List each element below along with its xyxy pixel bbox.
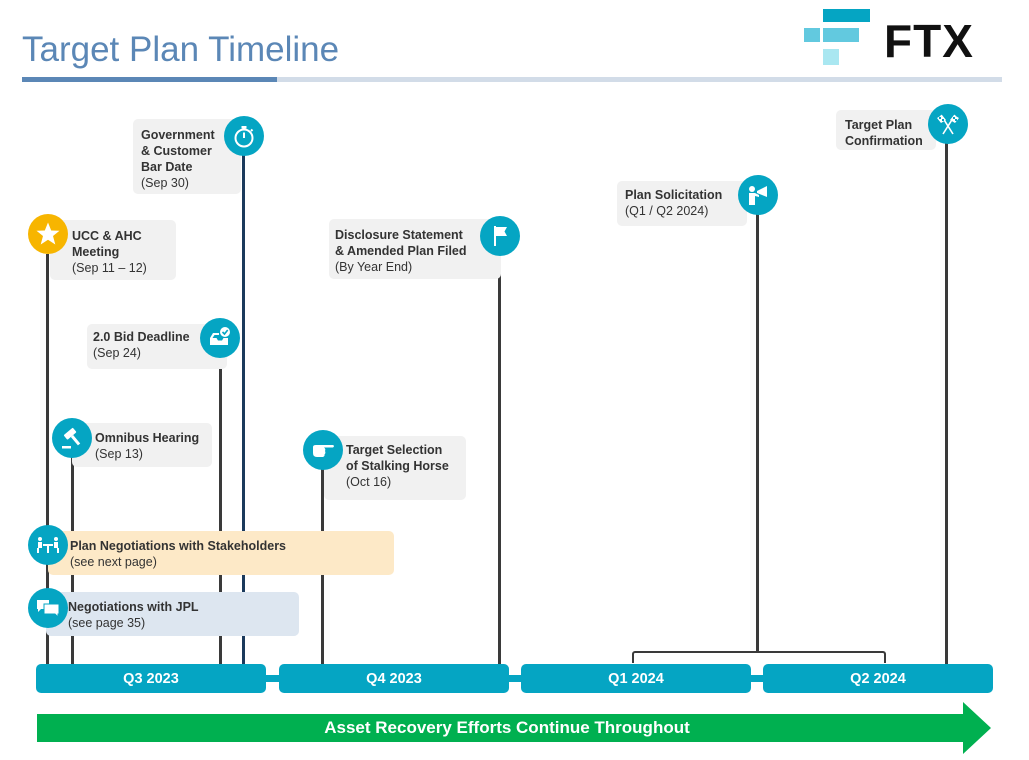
milestone-title-line: Confirmation	[845, 134, 923, 148]
milestone-icon-disclosure	[480, 216, 520, 256]
milestone-date: (Q1 / Q2 2024)	[625, 204, 709, 218]
banner-label: Asset Recovery Efforts Continue Througho…	[324, 718, 690, 737]
milestone-title-line: UCC & AHC	[72, 229, 142, 243]
milestone-title-line: Disclosure Statement	[335, 228, 463, 242]
pointing-hand-icon	[313, 445, 334, 457]
checkered-flags-icon	[937, 114, 959, 135]
ftx-logo-text: FTX	[884, 15, 974, 67]
milestone-icon-confirmation	[928, 104, 968, 144]
milestone-confirmation: Target Plan Confirmation	[836, 110, 936, 150]
milestone-icon-stalking-horse	[303, 430, 343, 470]
milestone-date: (Oct 16)	[346, 475, 392, 489]
quarter-q1-2024: Q1 2024	[521, 664, 751, 693]
milestone-title-line: Meeting	[72, 245, 120, 259]
chat-bubbles-icon	[37, 600, 60, 619]
inbox-check-icon	[210, 327, 230, 345]
milestone-title-line: Plan Solicitation	[625, 188, 723, 202]
workstream-note: (see next page)	[70, 555, 157, 569]
milestone-disclosure: Disclosure Statement & Amended Plan File…	[329, 219, 501, 279]
stem-bar-date	[242, 152, 245, 666]
milestone-ucc-ahc: UCC & AHC Meeting (Sep 11 – 12)	[50, 220, 176, 280]
milestone-title-line: Omnibus Hearing	[95, 431, 200, 445]
milestone-date: (Sep 11 – 12)	[72, 261, 147, 275]
milestone-icon-solicitation	[738, 175, 778, 215]
milestone-icon-bid-deadline	[200, 318, 240, 358]
milestone-date: (Sep 13)	[95, 447, 143, 461]
star-icon	[36, 222, 60, 245]
milestone-omnibus: Omnibus Hearing (Sep 13)	[72, 423, 212, 467]
quarter-q4-2023: Q4 2023	[279, 664, 509, 693]
gavel-icon	[62, 427, 81, 449]
milestone-title-line: Target Plan	[845, 118, 913, 132]
milestone-stalking-horse: Target Selection of Stalking Horse (Oct …	[324, 436, 466, 500]
milestone-date: (By Year End)	[335, 260, 413, 274]
milestone-date: (Sep 30)	[141, 176, 189, 190]
asset-recovery-banner: Asset Recovery Efforts Continue Througho…	[37, 700, 992, 756]
workstream-jpl-negotiations: Negotiations with JPL (see page 35)	[46, 592, 299, 636]
quarter-q2-2024: Q2 2024	[763, 664, 993, 693]
milestone-title-line: & Amended Plan Filed	[335, 244, 467, 258]
title-underline-accent	[22, 77, 277, 82]
stopwatch-icon	[234, 126, 254, 148]
flag-icon	[494, 226, 507, 246]
workstream-icon-jpl-negotiations	[28, 588, 68, 628]
milestone-title-line: Bar Date	[141, 160, 193, 174]
stem-solicitation	[756, 211, 759, 651]
title-underline	[277, 77, 1002, 82]
milestone-icon-ucc-ahc	[28, 214, 68, 254]
milestone-icon-omnibus	[52, 418, 92, 458]
workstream-title: Plan Negotiations with Stakeholders	[70, 539, 287, 553]
meeting-table-icon	[37, 537, 59, 553]
stem-disclosure	[498, 253, 501, 666]
workstream-icon-plan-negotiations	[28, 525, 68, 565]
milestone-title-line: Target Selection	[346, 443, 443, 457]
milestone-title-line: of Stalking Horse	[346, 459, 449, 473]
workstream-plan-negotiations: Plan Negotiations with Stakeholders (see…	[48, 531, 394, 575]
page-title: Target Plan Timeline	[22, 30, 340, 69]
stem-confirmation	[945, 141, 948, 666]
workstream-note: (see page 35)	[68, 616, 146, 630]
megaphone-person-icon	[749, 186, 767, 205]
workstream-title: Negotiations with JPL	[68, 600, 199, 614]
quarter-q3-2023: Q3 2023	[36, 664, 266, 693]
milestone-icon-bar-date	[224, 116, 264, 156]
solicitation-span-bracket	[632, 651, 886, 663]
milestone-solicitation: Plan Solicitation (Q1 / Q2 2024)	[617, 181, 747, 226]
